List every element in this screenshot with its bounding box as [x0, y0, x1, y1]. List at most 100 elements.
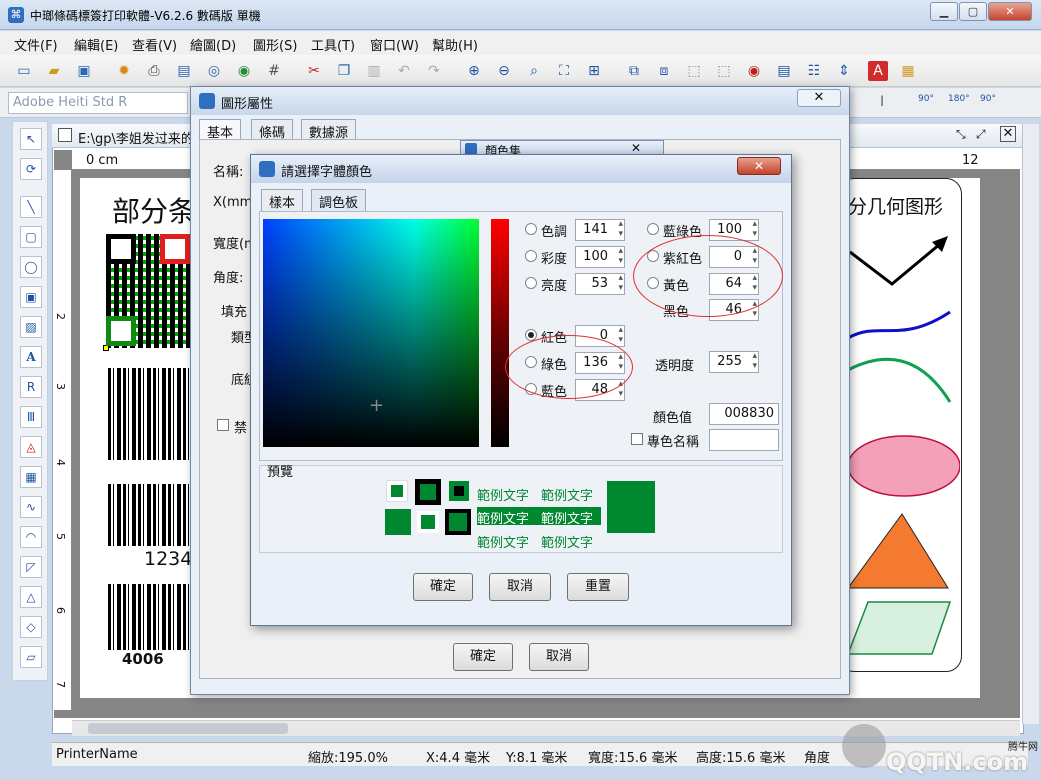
barcode-tool-icon[interactable]: Ⅲ [20, 406, 42, 428]
curve-tool-icon[interactable]: ∿ [20, 496, 42, 518]
hue-spinner[interactable]: 141 [575, 219, 625, 241]
rich-text-tool-icon[interactable]: R [20, 376, 42, 398]
close-button[interactable]: ✕ [988, 2, 1032, 21]
open-folder-icon[interactable]: ▰ [44, 61, 64, 81]
restore-doc-icon[interactable]: ⤡ [956, 127, 966, 142]
hue-slider[interactable] [491, 219, 509, 447]
saturation-spinner[interactable]: 100 [575, 246, 625, 268]
color-value-field[interactable]: 008830 [709, 403, 779, 425]
settings-icon[interactable]: ✹ [114, 61, 134, 81]
tab-datasource[interactable]: 數據源 [301, 119, 357, 141]
undo-icon[interactable]: ↶ [394, 61, 414, 81]
menu-file[interactable]: 文件(F) [14, 35, 58, 54]
print-icon[interactable]: ⎙ [144, 61, 164, 81]
print-preview-icon[interactable]: ▤ [174, 61, 194, 81]
minimize-button[interactable]: ▁ [930, 2, 958, 21]
group-icon[interactable]: ⧉ [624, 61, 644, 81]
barcode-3[interactable] [108, 584, 192, 650]
props-cancel-button[interactable]: 取消 [529, 643, 589, 671]
dialog-close-icon[interactable]: ✕ [797, 89, 841, 107]
maximize-button[interactable]: ▢ [959, 2, 987, 21]
layer-icon[interactable]: ▤ [774, 61, 794, 81]
rotate-tool-icon[interactable]: ⟳ [20, 158, 42, 180]
grid-icon[interactable]: # [264, 61, 284, 81]
triangle-tool-icon[interactable]: △ [20, 586, 42, 608]
menu-help[interactable]: 幫助(H) [432, 35, 478, 54]
props-ok-button[interactable]: 確定 [453, 643, 513, 671]
rectangle-tool-icon[interactable]: ▢ [20, 226, 42, 248]
color-dialog-close-icon[interactable]: ✕ [737, 157, 781, 175]
unlock-icon[interactable]: ⬚ [714, 61, 734, 81]
rotate-180-button[interactable]: 180° [948, 94, 970, 104]
parallelogram-tool-icon[interactable]: ▱ [20, 646, 42, 668]
rotate-90-cw-button[interactable]: 90° [980, 94, 996, 104]
calculator-icon[interactable]: ▦ [898, 61, 918, 81]
distribute-icon[interactable]: ⇕ [834, 61, 854, 81]
disable-checkbox[interactable] [217, 419, 229, 431]
line-spacing-icon[interactable]: Ⅰ [880, 94, 884, 110]
menu-tools[interactable]: 工具(T) [311, 35, 355, 54]
shape-tool-icon[interactable]: ◬ [20, 436, 42, 458]
cyan-radio[interactable] [647, 223, 659, 235]
color-reset-button[interactable]: 重置 [567, 573, 629, 601]
scroll-thumb[interactable] [88, 723, 288, 734]
zoom-in-icon[interactable]: ⊕ [464, 61, 484, 81]
vertical-scrollbar[interactable] [1022, 124, 1039, 724]
cut-icon[interactable]: ✂ [304, 61, 324, 81]
tab-basic[interactable]: 基本 [199, 119, 242, 141]
pdf-icon[interactable]: A [868, 61, 888, 81]
lock-icon[interactable]: ⬚ [684, 61, 704, 81]
tab-palette[interactable]: 調色板 [311, 189, 367, 211]
menu-window[interactable]: 窗口(W) [370, 35, 419, 54]
menu-shape[interactable]: 圖形(S) [253, 35, 297, 54]
copy-icon[interactable]: ❐ [334, 61, 354, 81]
arc-tool-icon[interactable]: ◠ [20, 526, 42, 548]
fit-page-icon[interactable]: ⛶ [554, 61, 574, 81]
eye-icon[interactable]: ◉ [744, 61, 764, 81]
color-set-close-icon[interactable]: ✕ [631, 141, 641, 155]
picture-tool-icon[interactable]: ▨ [20, 316, 42, 338]
hue-radio[interactable] [525, 223, 537, 235]
line-tool-icon[interactable]: ╲ [20, 196, 42, 218]
database-icon[interactable]: ◎ [204, 61, 224, 81]
align-icon[interactable]: ☷ [804, 61, 824, 81]
paste-icon[interactable]: ▥ [364, 61, 384, 81]
page-heading-left[interactable]: 部分条 [112, 190, 196, 230]
brightness-radio[interactable] [525, 277, 537, 289]
qrcode-tool-icon[interactable]: ▦ [20, 466, 42, 488]
barcode-1[interactable] [108, 368, 192, 460]
ellipse-tool-icon[interactable]: ◯ [20, 256, 42, 278]
image-tool-icon[interactable]: ▣ [20, 286, 42, 308]
tab-swatches[interactable]: 樣本 [261, 189, 304, 211]
redo-icon[interactable]: ↷ [424, 61, 444, 81]
menu-draw[interactable]: 繪圖(D) [190, 35, 236, 54]
text-tool-icon[interactable]: A [20, 346, 42, 368]
font-name-field[interactable]: Adobe Heiti Std R [8, 92, 188, 114]
polyline-tool-icon[interactable]: ◸ [20, 556, 42, 578]
color-cancel-button[interactable]: 取消 [489, 573, 551, 601]
zoom-icon[interactable]: ⌕ [524, 61, 544, 81]
rotate-90-ccw-button[interactable]: 90° [918, 94, 934, 104]
ungroup-icon[interactable]: ⧈ [654, 61, 674, 81]
database-config-icon[interactable]: ◉ [234, 61, 254, 81]
barcode-2[interactable] [108, 484, 192, 546]
geometric-shapes[interactable] [840, 230, 960, 680]
collapse-doc-icon[interactable]: ⤢ [976, 127, 986, 142]
new-file-icon[interactable]: ▭ [14, 61, 34, 81]
diamond-tool-icon[interactable]: ◇ [20, 616, 42, 638]
tab-barcode[interactable]: 條碼 [251, 119, 294, 141]
menu-view[interactable]: 查看(V) [132, 35, 177, 54]
close-doc-icon[interactable]: ✕ [1000, 126, 1016, 142]
spot-color-field[interactable] [709, 429, 779, 451]
brightness-spinner[interactable]: 53 [575, 273, 625, 295]
pointer-icon[interactable]: ↖ [20, 128, 42, 150]
alpha-spinner[interactable]: 255 [709, 351, 759, 373]
spot-color-checkbox[interactable] [631, 433, 643, 445]
fit-width-icon[interactable]: ⊞ [584, 61, 604, 81]
zoom-out-icon[interactable]: ⊖ [494, 61, 514, 81]
saturation-radio[interactable] [525, 250, 537, 262]
preview-swatch-4 [385, 509, 411, 535]
save-icon[interactable]: ▣ [74, 61, 94, 81]
menu-edit[interactable]: 編輯(E) [74, 35, 118, 54]
color-ok-button[interactable]: 確定 [413, 573, 473, 601]
